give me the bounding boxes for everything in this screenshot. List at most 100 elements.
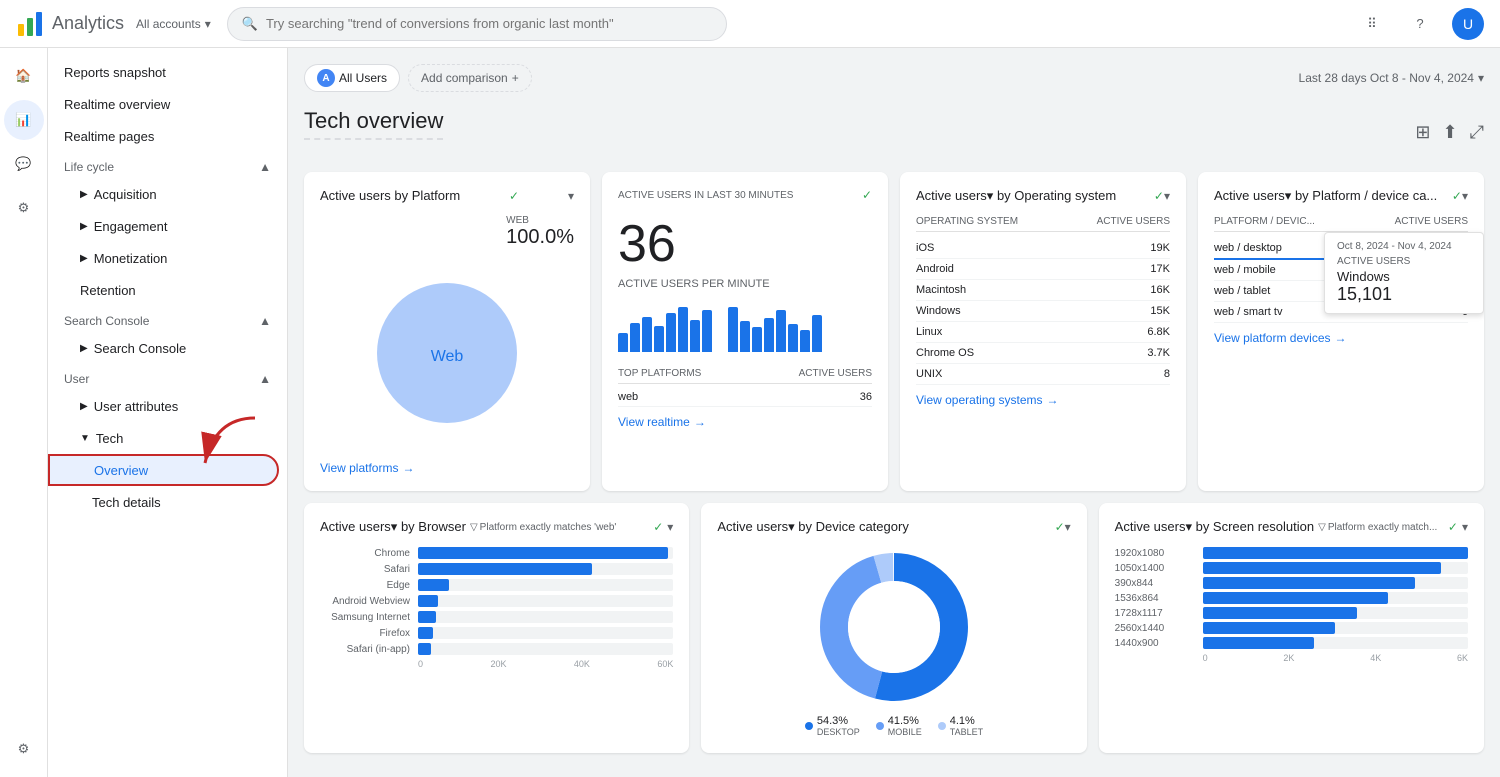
search-input[interactable]	[266, 16, 712, 31]
os-row-unix: UNIX8	[916, 364, 1170, 385]
arrow-right-icon4: →	[1335, 331, 1347, 345]
card-screen-resolution: Active users▾ by Screen resolution ▽Plat…	[1099, 503, 1484, 753]
arrow-right-icon3: →	[1047, 393, 1059, 407]
tablet-label: TABLET	[950, 727, 983, 737]
main-layout: 🏠 📊 💬 ⚙ ⚙ Reports snapshot Realtime over…	[0, 48, 1500, 777]
realtime-subtitle: ACTIVE USERS PER MINUTE	[618, 278, 872, 290]
os-table: OPERATING SYSTEM ACTIVE USERS iOS19K And…	[916, 216, 1170, 385]
logo-text: Analytics	[52, 13, 124, 34]
check-icon6: ✓	[1055, 520, 1065, 534]
nav-user-header[interactable]: User ▲	[48, 364, 287, 390]
all-users-chip[interactable]: A All Users	[304, 64, 400, 92]
sidebar-icon-bar-chart[interactable]: 📊	[4, 100, 44, 140]
search-icon: 🔍	[242, 16, 258, 32]
card-os-title: Active users▾ by Operating system	[916, 188, 1116, 204]
avatar[interactable]: U	[1452, 8, 1484, 40]
realtime-big-number: 36	[618, 214, 872, 274]
resolution-axis: 02K4K6K	[1115, 653, 1468, 663]
view-platforms-link[interactable]: View platforms →	[320, 461, 574, 475]
nav-realtime-pages[interactable]: Realtime pages	[48, 120, 287, 152]
chevron-down-icon: ▾	[205, 17, 211, 31]
all-accounts-button[interactable]: All accounts ▾	[136, 17, 211, 31]
icon-sidebar: 🏠 📊 💬 ⚙ ⚙	[0, 48, 48, 777]
sidebar-icon-settings-circle[interactable]: ⚙	[4, 188, 44, 228]
search-bar[interactable]: 🔍	[227, 7, 727, 41]
card-res-menu[interactable]: ▾	[1462, 520, 1468, 534]
sidebar-icon-gear[interactable]: ⚙	[4, 729, 44, 769]
os-row-linux: Linux6.8K	[916, 322, 1170, 343]
browser-axis: 020K40K60K	[320, 659, 673, 669]
nav-sidebar: Reports snapshot Realtime overview Realt…	[48, 48, 288, 777]
nav-reports-snapshot[interactable]: Reports snapshot	[48, 56, 287, 88]
view-pd-link[interactable]: View platform devices →	[1214, 331, 1468, 345]
nav-acquisition[interactable]: ▶ Acquisition	[48, 178, 287, 210]
sidebar-icon-chat[interactable]: 💬	[4, 144, 44, 184]
os-row-win: Windows15K	[916, 301, 1170, 322]
nav-engagement[interactable]: ▶ Engagement	[48, 210, 287, 242]
filter-left: A All Users Add comparison +	[304, 64, 532, 92]
nav-overview[interactable]: Overview	[48, 454, 279, 486]
desktop-pct: 54.3%	[817, 715, 860, 727]
card-device-category: Active users▾ by Device category ✓ ▾	[701, 503, 1086, 753]
add-comparison-button[interactable]: Add comparison +	[408, 64, 532, 92]
topbar-right: ⠿ ? U	[1356, 8, 1484, 40]
more-icon[interactable]: ⤢	[1470, 122, 1484, 143]
customize-icon[interactable]: ⊞	[1415, 122, 1430, 143]
browser-bar-chart: Chrome Safari Edge Android Webview Samsu…	[320, 547, 673, 655]
chevron-up-icon: ▲	[259, 160, 271, 174]
card-platform: Active users by Platform ✓ ▾ WEB 100.0% …	[304, 172, 590, 491]
top-cards-row: Active users by Platform ✓ ▾ WEB 100.0% …	[304, 172, 1484, 491]
check-icon5: ✓	[653, 520, 663, 534]
nav-search-console-header[interactable]: Search Console ▲	[48, 306, 287, 332]
card-os-menu[interactable]: ▾	[1164, 189, 1170, 203]
tablet-pct: 4.1%	[950, 715, 983, 727]
chevron-up-icon3: ▲	[259, 372, 271, 386]
card-platform-menu[interactable]: ▾	[568, 189, 574, 203]
logo: Analytics	[16, 10, 124, 38]
date-range[interactable]: Last 28 days Oct 8 - Nov 4, 2024 ▾	[1299, 71, 1484, 85]
card-platform-title: Active users by Platform	[320, 188, 460, 203]
check-icon: ✓	[509, 189, 519, 203]
device-donut-chart	[717, 547, 1070, 707]
realtime-title: ACTIVE USERS IN LAST 30 MINUTES	[618, 190, 793, 201]
platform-pie-chart: Web	[320, 253, 574, 453]
check-icon4: ✓	[1452, 189, 1462, 203]
share-icon[interactable]: ⬆	[1443, 122, 1458, 143]
nav-search-console-item[interactable]: ▶ Search Console	[48, 332, 287, 364]
realtime-bars-right	[728, 302, 822, 360]
nav-retention[interactable]: Retention	[48, 274, 287, 306]
card-res-title: Active users▾ by Screen resolution	[1115, 519, 1314, 535]
resolution-bar-chart: 1920x1080 1050x1400 390x844 1536x864 172…	[1115, 547, 1468, 649]
nav-monetization[interactable]: ▶ Monetization	[48, 242, 287, 274]
check-icon7: ✓	[1448, 520, 1458, 534]
card-pd-menu[interactable]: ▾	[1462, 189, 1468, 203]
chevron-up-icon2: ▲	[259, 314, 271, 328]
apps-icon[interactable]: ⠿	[1356, 8, 1388, 40]
card-device-menu[interactable]: ▾	[1065, 520, 1071, 534]
check-icon2: ✓	[862, 188, 872, 202]
os-row-ios: iOS19K	[916, 238, 1170, 259]
sidebar-icon-home[interactable]: 🏠	[4, 56, 44, 96]
help-icon[interactable]: ?	[1404, 8, 1436, 40]
card-platform-device: Active users▾ by Platform / device ca...…	[1198, 172, 1484, 491]
chevron-down-icon2: ▾	[1478, 71, 1484, 85]
nav-user-attributes[interactable]: ▶ User attributes	[48, 390, 287, 422]
nav-tech-details[interactable]: Tech details	[48, 486, 287, 518]
mobile-pct: 41.5%	[888, 715, 922, 727]
os-row-android: Android17K	[916, 259, 1170, 280]
view-realtime-link[interactable]: View realtime →	[618, 415, 872, 429]
card-browser: Active users▾ by Browser ▽Platform exact…	[304, 503, 689, 753]
nav-lifecycle-header[interactable]: Life cycle ▲	[48, 152, 287, 178]
svg-text:Web: Web	[431, 348, 464, 365]
nav-realtime-overview[interactable]: Realtime overview	[48, 88, 287, 120]
view-os-link[interactable]: View operating systems →	[916, 393, 1170, 407]
card-pd-title: Active users▾ by Platform / device ca...	[1214, 188, 1437, 204]
arrow-right-icon: →	[402, 461, 414, 475]
tooltip-number: 15,101	[1337, 284, 1471, 305]
card-browser-menu[interactable]: ▾	[667, 520, 673, 534]
check-icon3: ✓	[1154, 189, 1164, 203]
card-device-title: Active users▾ by Device category	[717, 519, 909, 535]
plus-icon: +	[512, 71, 519, 85]
nav-tech[interactable]: ▼ Tech	[48, 422, 287, 454]
web-platform-label: WEB	[506, 215, 574, 226]
